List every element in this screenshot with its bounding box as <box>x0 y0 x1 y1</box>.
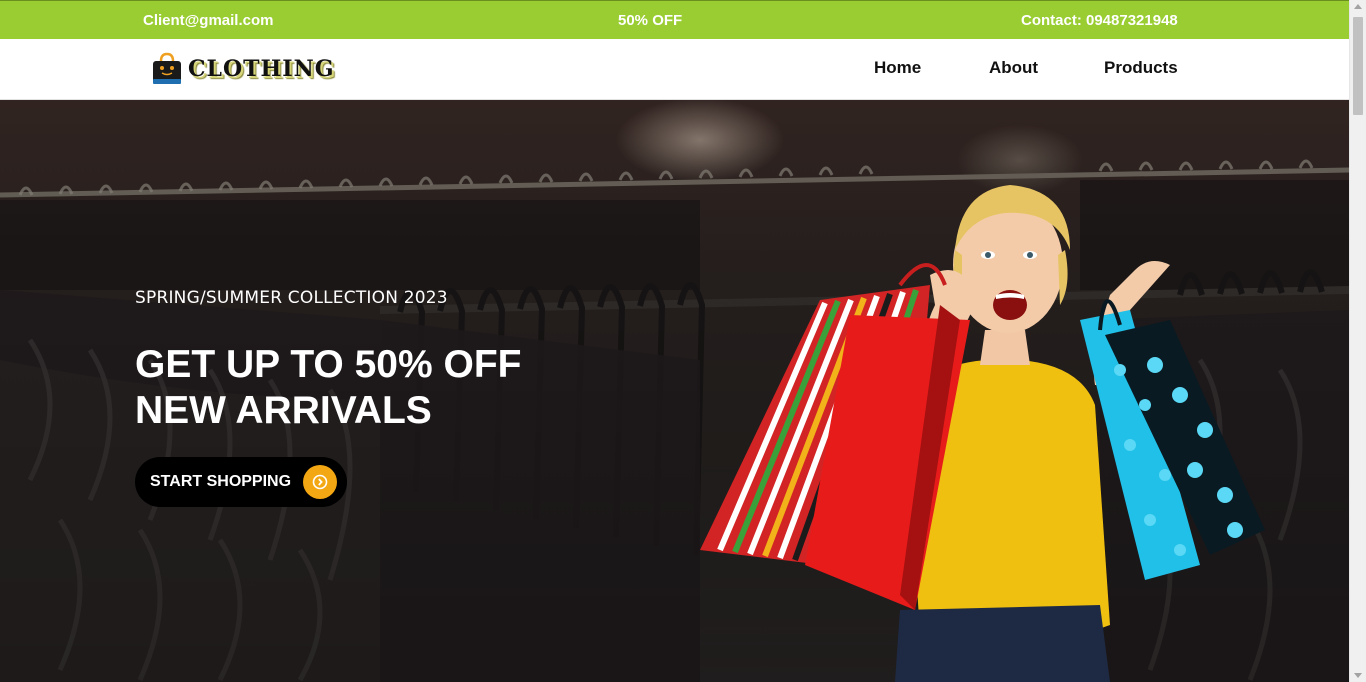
top-info-bar: Client@gmail.com 50% OFF Contact: 094873… <box>0 0 1349 39</box>
hero-title: GET UP TO 50% OFF NEW ARRIVALS <box>135 342 595 434</box>
chevron-right-circle-icon <box>303 465 337 499</box>
page-scrollbar[interactable] <box>1349 0 1366 682</box>
scroll-up-arrow-icon[interactable] <box>1354 4 1362 9</box>
contact-phone[interactable]: Contact: 09487321948 <box>1021 12 1178 29</box>
start-shopping-label: START SHOPPING <box>150 473 292 490</box>
scroll-down-arrow-icon[interactable] <box>1354 673 1362 678</box>
nav-about-link[interactable]: About <box>989 58 1038 78</box>
hero-banner: SPRING/SUMMER COLLECTION 2023 GET UP TO … <box>0 100 1349 682</box>
contact-email[interactable]: Client@gmail.com <box>143 12 273 29</box>
hero-subtitle: SPRING/SUMMER COLLECTION 2023 <box>135 288 448 308</box>
shopper-woman-image <box>700 185 1265 682</box>
logo-text: CLOTHING <box>188 56 335 82</box>
start-shopping-button[interactable]: START SHOPPING <box>135 457 347 507</box>
nav-home-link[interactable]: Home <box>874 58 921 78</box>
nav-products-link[interactable]: Products <box>1104 58 1178 78</box>
site-logo[interactable]: CLOTHING <box>150 49 335 89</box>
offer-text: 50% OFF <box>618 12 683 29</box>
navbar: CLOTHING Home About Products <box>0 39 1349 100</box>
hero-title-line-1: GET UP TO 50% OFF <box>135 343 522 386</box>
shopping-bag-icon <box>150 52 184 86</box>
scrollbar-thumb[interactable] <box>1353 17 1363 115</box>
hero-title-line-2: NEW ARRIVALS <box>135 389 432 432</box>
